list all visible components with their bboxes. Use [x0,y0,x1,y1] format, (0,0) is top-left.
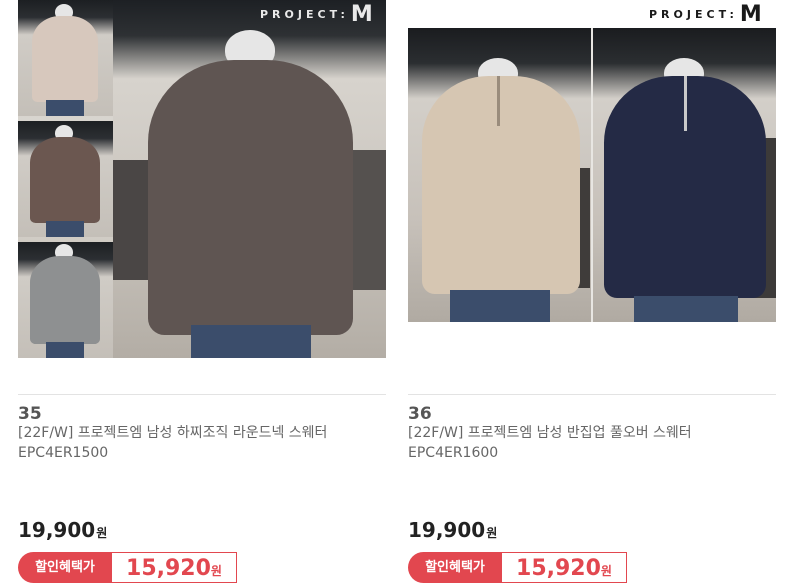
product-title[interactable]: [22F/W] 프로젝트엠 남성 하찌조직 라운드넥 스웨터 EPC4ER150… [18,423,380,463]
discount-label: 할인혜택가 [408,552,502,583]
product-number: 36 [408,404,432,424]
discount-price-value: 15,920 [516,556,601,581]
product-card-35[interactable]: PROJECT:M 35 [22F/W] 프로젝트엠 남성 하찌조직 라운드넥 … [18,0,386,583]
price-value: 19,900 [18,518,96,542]
main-product-photo [408,28,776,322]
color-tile-beige [18,0,113,116]
discount-price-value: 15,920 [126,556,211,581]
discount-price-box: 할인혜택가 15,920원 [18,552,238,583]
product-card-36[interactable]: PROJECT:M 36 [22F/W] 프로젝트엠 남성 반집업 풀오버 스웨… [408,0,776,583]
divider [408,394,776,395]
brand-logo: PROJECT:M [260,2,373,27]
product-price: 19,900원 [18,518,107,542]
discount-price-box: 할인혜택가 15,920원 [408,552,628,583]
product-title[interactable]: [22F/W] 프로젝트엠 남성 반집업 풀오버 스웨터 EPC4ER1600 [408,423,770,463]
price-unit: 원 [486,526,498,540]
brand-logo: PROJECT:M [649,2,762,27]
discount-price-unit: 원 [600,564,612,578]
discount-price-unit: 원 [210,564,222,578]
color-swatch-column [18,0,113,358]
product-price: 19,900원 [408,518,497,542]
divider [18,394,386,395]
color-tile-gray [18,242,113,358]
discount-price: 15,920원 [112,552,237,583]
product-image[interactable]: PROJECT:M [18,0,386,358]
product-image[interactable]: PROJECT:M [408,0,776,322]
discount-label: 할인혜택가 [18,552,112,583]
price-value: 19,900 [408,518,486,542]
price-unit: 원 [96,526,108,540]
color-tile-brown [18,121,113,237]
product-number: 35 [18,404,42,424]
discount-price: 15,920원 [502,552,627,583]
main-product-photo [113,0,386,358]
